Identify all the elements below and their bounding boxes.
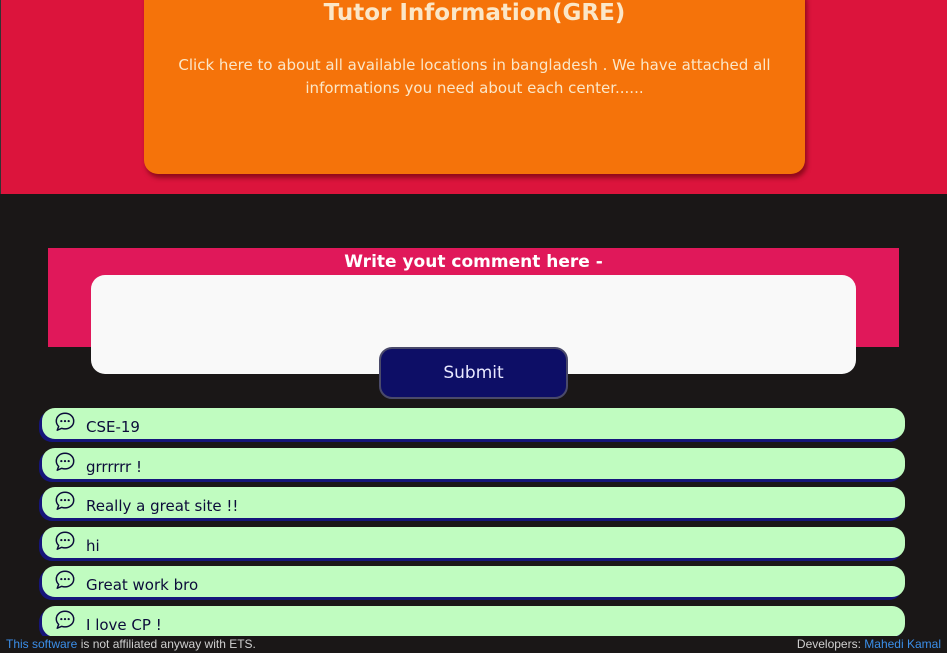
footer-disclaimer: This software is not affiliated anyway w… (6, 636, 256, 653)
comment-text: grrrrrr ! (86, 457, 142, 476)
speech-bubble-icon (55, 610, 75, 629)
developers-label: Developers: (796, 637, 865, 651)
software-link[interactable]: This software (6, 637, 77, 651)
card-title: Tutor Information(GRE) (323, 0, 626, 26)
comment-item: grrrrrr ! (42, 447, 905, 479)
card-description[interactable]: Click here to about all available locati… (174, 54, 775, 100)
comment-text: I love CP ! (86, 615, 162, 634)
submit-button[interactable]: Submit (379, 347, 568, 399)
footer: This software is not affiliated anyway w… (0, 636, 947, 653)
hero-section: Tutor Information(GRE) Click here to abo… (0, 0, 947, 194)
speech-bubble-icon (55, 412, 75, 431)
disclaimer-text: is not affiliated anyway with ETS. (77, 637, 256, 651)
comment-text: CSE-19 (86, 418, 140, 436)
speech-bubble-icon (55, 531, 75, 550)
comment-text: Great work bro (86, 576, 199, 594)
comment-label: Write yout comment here - (344, 252, 603, 272)
footer-developers: Developers: Mahedi Kamal (797, 636, 941, 653)
comment-text: hi (86, 536, 100, 555)
developer-link[interactable]: Mahedi Kamal (864, 637, 941, 651)
comment-list: CSE-19 grrrrrr ! Really a great site !! hi G… (42, 408, 905, 645)
comment-text: Really a great site !! (86, 497, 239, 515)
tutor-info-card[interactable]: Tutor Information(GRE) Click here to abo… (144, 0, 805, 174)
comment-item: Great work bro (42, 566, 905, 597)
comment-item: Really a great site !! (42, 487, 905, 518)
comment-item: CSE-19 (42, 408, 905, 439)
speech-bubble-icon (55, 570, 75, 589)
speech-bubble-icon (55, 452, 75, 471)
comment-item: I love CP ! (42, 605, 905, 637)
speech-bubble-icon (55, 491, 75, 510)
comment-item: hi (42, 526, 905, 558)
